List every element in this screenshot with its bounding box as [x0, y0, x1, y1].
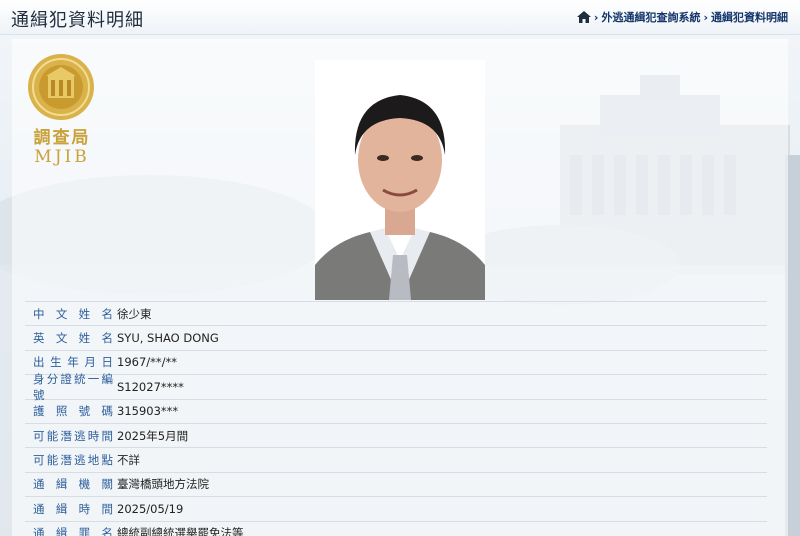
breadcrumb-link-search-system[interactable]: 外逃通緝犯查詢系統 — [601, 9, 700, 25]
table-row: 身分證統一編號 S12027**** — [25, 372, 767, 402]
mjib-seal-logo — [28, 54, 94, 120]
field-label: 英文姓名 — [33, 331, 113, 346]
field-value: 總統副總統選舉罷免法等 — [117, 526, 244, 536]
table-row: 通緝時間 2025/05/19 — [25, 497, 767, 522]
field-value: S12027**** — [117, 379, 184, 394]
field-label: 中文姓名 — [33, 306, 113, 321]
page-title: 通緝犯資料明細 — [11, 10, 144, 31]
main-content: 調查局 MJIB 中文姓名 徐少東 英文姓名 SYU, SHAO DONG 出生… — [0, 35, 800, 536]
field-label: 通緝時間 — [33, 501, 113, 516]
field-label: 可能潛逃地點 — [33, 453, 113, 468]
field-label: 通緝罪名 — [33, 526, 113, 536]
field-label: 通緝機關 — [33, 477, 113, 492]
table-row: 英文姓名 SYU, SHAO DONG — [25, 326, 767, 351]
logo-text-cn: 調查局 — [33, 128, 91, 148]
table-row: 出生年月日 1967/**/** — [25, 351, 767, 376]
breadcrumb: › 外逃通緝犯查詢系統 › 通緝犯資料明細 — [576, 9, 788, 25]
field-value: 臺灣橋頭地方法院 — [117, 477, 209, 492]
table-row: 可能潛逃地點 不詳 — [25, 448, 767, 473]
table-row: 通緝機關 臺灣橋頭地方法院 — [25, 473, 767, 498]
fugitive-photo — [315, 60, 485, 300]
chevron-right-icon: › — [703, 10, 708, 24]
field-label: 身分證統一編號 — [33, 371, 113, 402]
chevron-right-icon: › — [593, 10, 599, 24]
field-value: 不詳 — [117, 453, 140, 468]
field-value: SYU, SHAO DONG — [117, 331, 219, 346]
field-label: 護照號碼 — [33, 404, 113, 419]
table-row: 通緝罪名 總統副總統選舉罷免法等 — [25, 522, 767, 536]
field-value: 徐少東 — [117, 306, 152, 321]
table-row: 可能潛逃時間 2025年5月間 — [25, 424, 767, 449]
logo-text-en: MJIB — [34, 147, 90, 167]
top-bar: 通緝犯資料明細 › 外逃通緝犯查詢系統 › 通緝犯資料明細 — [0, 0, 800, 35]
field-label: 出生年月日 — [33, 355, 113, 370]
field-value: 1967/**/** — [117, 355, 178, 370]
field-value: 2025年5月間 — [117, 428, 189, 443]
breadcrumb-link-detail[interactable]: 通緝犯資料明細 — [711, 9, 788, 25]
table-row: 中文姓名 徐少東 — [25, 301, 767, 327]
table-row: 護照號碼 315903*** — [25, 400, 767, 424]
field-label: 可能潛逃時間 — [33, 428, 113, 443]
field-value: 315903*** — [117, 404, 179, 419]
record-table: 中文姓名 徐少東 英文姓名 SYU, SHAO DONG 出生年月日 1967/… — [25, 301, 767, 536]
field-value: 2025/05/19 — [117, 501, 184, 516]
home-icon[interactable] — [576, 11, 591, 23]
